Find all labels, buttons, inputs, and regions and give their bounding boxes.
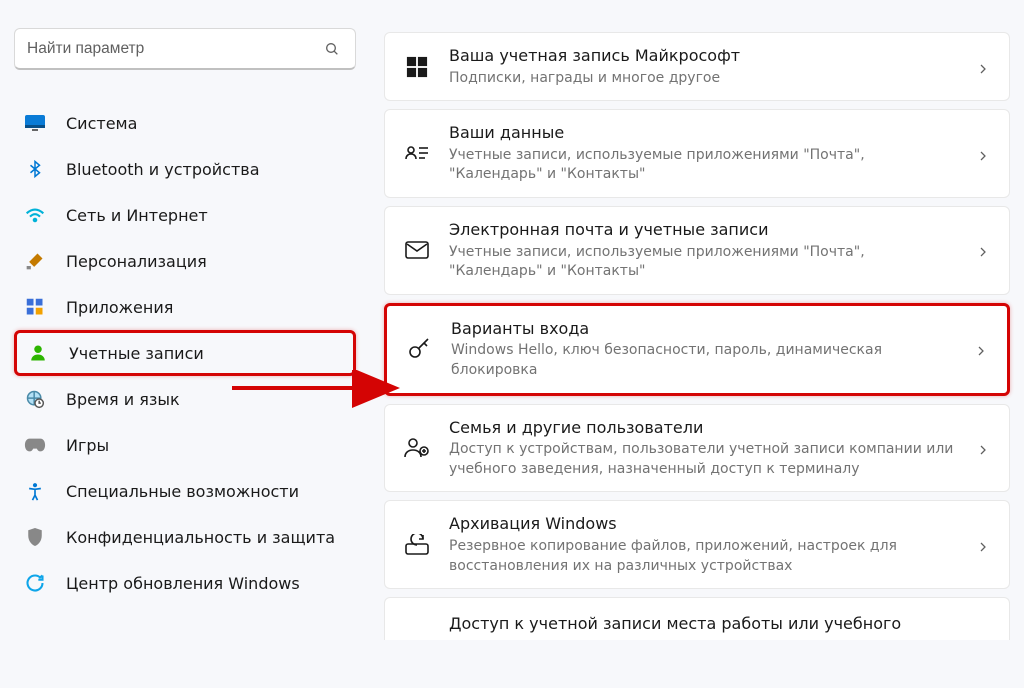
shield-icon [24, 526, 46, 548]
key-icon [405, 335, 433, 363]
nav-list: Система Bluetooth и устройства Сеть и Ин… [14, 100, 356, 606]
update-icon [24, 572, 46, 594]
nav-label: Центр обновления Windows [66, 574, 300, 593]
sidebar-item-time-language[interactable]: Время и язык [14, 376, 356, 422]
card-subtitle: Учетные записи, используемые приложениям… [449, 243, 959, 282]
card-body: Архивация Windows Резервное копирование … [449, 513, 959, 576]
card-microsoft-account[interactable]: Ваша учетная запись Майкрософт Подписки,… [384, 32, 1010, 101]
gamepad-icon [24, 434, 46, 456]
people-plus-icon [403, 434, 431, 462]
sidebar-item-network[interactable]: Сеть и Интернет [14, 192, 356, 238]
nav-label: Конфиденциальность и защита [66, 528, 335, 547]
card-sign-in-options[interactable]: Варианты входа Windows Hello, ключ безоп… [384, 303, 1010, 396]
nav-label: Специальные возможности [66, 482, 299, 501]
id-card-icon [403, 140, 431, 168]
card-title: Ваша учетная запись Майкрософт [449, 45, 959, 67]
accessibility-icon [24, 480, 46, 502]
sidebar-item-gaming[interactable]: Игры [14, 422, 356, 468]
sidebar-item-personalization[interactable]: Персонализация [14, 238, 356, 284]
card-body: Электронная почта и учетные записи Учетн… [449, 219, 959, 282]
chevron-right-icon [977, 147, 991, 161]
chevron-right-icon [977, 243, 991, 257]
chevron-right-icon [977, 60, 991, 74]
nav-label: Сеть и Интернет [66, 206, 208, 225]
nav-label: Персонализация [66, 252, 207, 271]
card-backup[interactable]: Архивация Windows Резервное копирование … [384, 500, 1010, 589]
card-subtitle: Доступ к устройствам, пользователи учетн… [449, 440, 959, 479]
card-body: Ваши данные Учетные записи, используемые… [449, 122, 959, 185]
chevron-right-icon [975, 342, 989, 356]
sidebar-item-accounts[interactable]: Учетные записи [14, 330, 356, 376]
display-icon [24, 112, 46, 134]
chevron-right-icon [977, 441, 991, 455]
sidebar-item-privacy[interactable]: Конфиденциальность и защита [14, 514, 356, 560]
card-subtitle: Резервное копирование файлов, приложений… [449, 537, 959, 576]
card-work-school[interactable]: Доступ к учетной записи места работы или… [384, 597, 1010, 640]
card-family-users[interactable]: Семья и другие пользователи Доступ к уст… [384, 404, 1010, 493]
card-title: Доступ к учетной записи места работы или… [449, 613, 991, 635]
nav-label: Приложения [66, 298, 173, 317]
card-title: Семья и другие пользователи [449, 417, 959, 439]
person-icon [27, 342, 49, 364]
nav-label: Система [66, 114, 137, 133]
mail-icon [403, 236, 431, 264]
sidebar-item-update[interactable]: Центр обновления Windows [14, 560, 356, 606]
card-body: Семья и другие пользователи Доступ к уст… [449, 417, 959, 480]
sidebar-item-apps[interactable]: Приложения [14, 284, 356, 330]
card-body: Варианты входа Windows Hello, ключ безоп… [451, 318, 957, 381]
card-subtitle: Подписки, награды и многое другое [449, 69, 959, 89]
wifi-icon [24, 204, 46, 226]
card-body: Ваша учетная запись Майкрософт Подписки,… [449, 45, 959, 88]
search-input[interactable] [27, 40, 321, 58]
bluetooth-icon [24, 158, 46, 180]
card-title: Архивация Windows [449, 513, 959, 535]
search-icon [321, 38, 343, 60]
brush-icon [24, 250, 46, 272]
card-your-info[interactable]: Ваши данные Учетные записи, используемые… [384, 109, 1010, 198]
card-subtitle: Windows Hello, ключ безопасности, пароль… [451, 341, 957, 380]
sidebar: Система Bluetooth и устройства Сеть и Ин… [0, 10, 370, 688]
card-body: Доступ к учетной записи места работы или… [449, 613, 991, 635]
card-title: Варианты входа [451, 318, 957, 340]
card-title: Ваши данные [449, 122, 959, 144]
globe-clock-icon [24, 388, 46, 410]
card-email-accounts[interactable]: Электронная почта и учетные записи Учетн… [384, 206, 1010, 295]
nav-label: Игры [66, 436, 109, 455]
main-content: Ваша учетная запись Майкрософт Подписки,… [370, 10, 1024, 688]
apps-icon [24, 296, 46, 318]
nav-label: Время и язык [66, 390, 180, 409]
search-box[interactable] [14, 28, 356, 70]
nav-label: Bluetooth и устройства [66, 160, 260, 179]
sidebar-item-accessibility[interactable]: Специальные возможности [14, 468, 356, 514]
card-title: Электронная почта и учетные записи [449, 219, 959, 241]
windows-icon [403, 53, 431, 81]
sidebar-item-bluetooth[interactable]: Bluetooth и устройства [14, 146, 356, 192]
backup-icon [403, 531, 431, 559]
sidebar-item-system[interactable]: Система [14, 100, 356, 146]
card-subtitle: Учетные записи, используемые приложениям… [449, 146, 959, 185]
chevron-right-icon [977, 538, 991, 552]
nav-label: Учетные записи [69, 344, 204, 363]
